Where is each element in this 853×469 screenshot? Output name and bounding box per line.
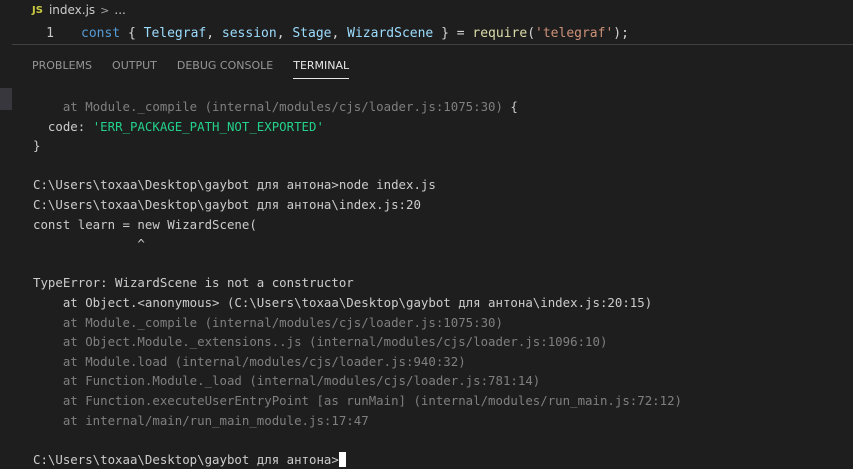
code-token: 'telegraf' <box>535 26 614 41</box>
chevron-right-icon: > <box>100 3 110 17</box>
code-token: , <box>206 26 222 41</box>
terminal-text: const learn = new WizardScene( <box>33 216 257 232</box>
terminal-text: at Object.Module._extensions..js (intern… <box>33 334 608 350</box>
terminal-text-suffix: { <box>502 99 518 114</box>
terminal-text: at Function.executeUserEntryPoint [as ru… <box>33 392 683 408</box>
code-token: ); <box>613 26 629 41</box>
tab-terminal[interactable]: TERMINAL <box>293 45 349 87</box>
terminal-line: at internal/main/run_main_module.js:17:4… <box>33 411 853 431</box>
terminal-line: ^ <box>33 234 853 254</box>
breadcrumb-filename[interactable]: index.js <box>49 3 95 17</box>
code-token: WizardScene <box>347 26 434 41</box>
terminal-text: at Function.Module._load (internal/modul… <box>33 373 541 389</box>
terminal-text: at Object.<anonymous> (C:\Users\toxaa\De… <box>33 294 653 310</box>
tab-debug-console[interactable]: DEBUG CONSOLE <box>177 45 273 87</box>
terminal-line: C:\Users\toxaa\Desktop\gaybot для антона… <box>33 195 853 215</box>
terminal-line: C:\Users\toxaa\Desktop\gaybot для антона… <box>33 450 853 469</box>
error-code-value: 'ERR_PACKAGE_PATH_NOT_EXPORTED' <box>92 118 324 134</box>
terminal-text: at Module.load (internal/modules/cjs/loa… <box>33 353 466 369</box>
code-token: require <box>472 26 528 41</box>
terminal-text: C:\Users\toxaa\Desktop\gaybot для антона… <box>33 177 436 193</box>
code-token: , <box>331 26 348 41</box>
terminal-line: at Function.executeUserEntryPoint [as ru… <box>33 391 853 411</box>
code-line[interactable]: 1 const { Telegraf, session, Stage, Wizar… <box>12 24 629 43</box>
breadcrumb: JS index.js > ... <box>12 0 853 20</box>
terminal-text: code: <box>33 118 93 134</box>
terminal-text: C:\Users\toxaa\Desktop\gaybot для антона… <box>33 196 421 212</box>
terminal-text: at internal/main/run_main_module.js:17:4… <box>33 412 369 428</box>
terminal-line: at Function.Module._load (internal/modul… <box>33 371 853 391</box>
code-editor[interactable]: 1 const { Telegraf, session, Stage, Wizar… <box>12 20 853 44</box>
code-token: session <box>221 26 277 41</box>
terminal-line: TypeError: WizardScene is not a construc… <box>33 273 853 293</box>
terminal-text: ^ <box>33 236 145 252</box>
terminal-line: C:\Users\toxaa\Desktop\gaybot для антона… <box>33 175 853 195</box>
panel-tabs: PROBLEMS OUTPUT DEBUG CONSOLE TERMINAL <box>12 45 853 87</box>
terminal-text: TypeError: WizardScene is not a construc… <box>33 275 354 291</box>
code-token: } = <box>433 26 473 41</box>
breadcrumb-ellipsis[interactable]: ... <box>114 3 125 17</box>
terminal-line: } <box>33 136 853 156</box>
code-token: Telegraf <box>143 26 207 41</box>
terminal-output[interactable]: at Module._compile (internal/modules/cjs… <box>33 97 853 469</box>
activity-highlight <box>0 88 12 110</box>
terminal-text: } <box>33 138 41 154</box>
terminal-line: at Object.<anonymous> (C:\Users\toxaa\De… <box>33 293 853 313</box>
terminal-text: at Module._compile (internal/modules/cjs… <box>33 99 503 114</box>
code-token: { <box>120 26 144 41</box>
terminal-line: at Object.Module._extensions..js (intern… <box>33 332 853 352</box>
terminal-line: const learn = new WizardScene( <box>33 215 853 235</box>
code-token: ( <box>527 26 536 41</box>
tab-output[interactable]: OUTPUT <box>112 45 157 87</box>
terminal-cursor <box>338 451 346 467</box>
terminal-text: at Module._compile (internal/modules/cjs… <box>33 314 503 330</box>
code-token: , <box>276 26 293 41</box>
bottom-panel: PROBLEMS OUTPUT DEBUG CONSOLE TERMINAL at M… <box>12 44 853 467</box>
terminal-text: C:\Users\toxaa\Desktop\gaybot для антона… <box>33 451 339 467</box>
terminal-line: at Module._compile (internal/modules/cjs… <box>33 313 853 333</box>
tab-problems[interactable]: PROBLEMS <box>32 45 92 87</box>
activity-strip <box>0 0 12 457</box>
code-token: Stage <box>292 26 332 41</box>
line-number: 1 <box>46 26 54 41</box>
terminal-line: at Module.load (internal/modules/cjs/loa… <box>33 352 853 372</box>
code-token: const <box>81 26 121 41</box>
terminal-line: code: 'ERR_PACKAGE_PATH_NOT_EXPORTED' <box>33 117 853 137</box>
js-file-icon: JS <box>32 4 43 16</box>
terminal-line: at Module._compile (internal/modules/cjs… <box>33 97 853 117</box>
